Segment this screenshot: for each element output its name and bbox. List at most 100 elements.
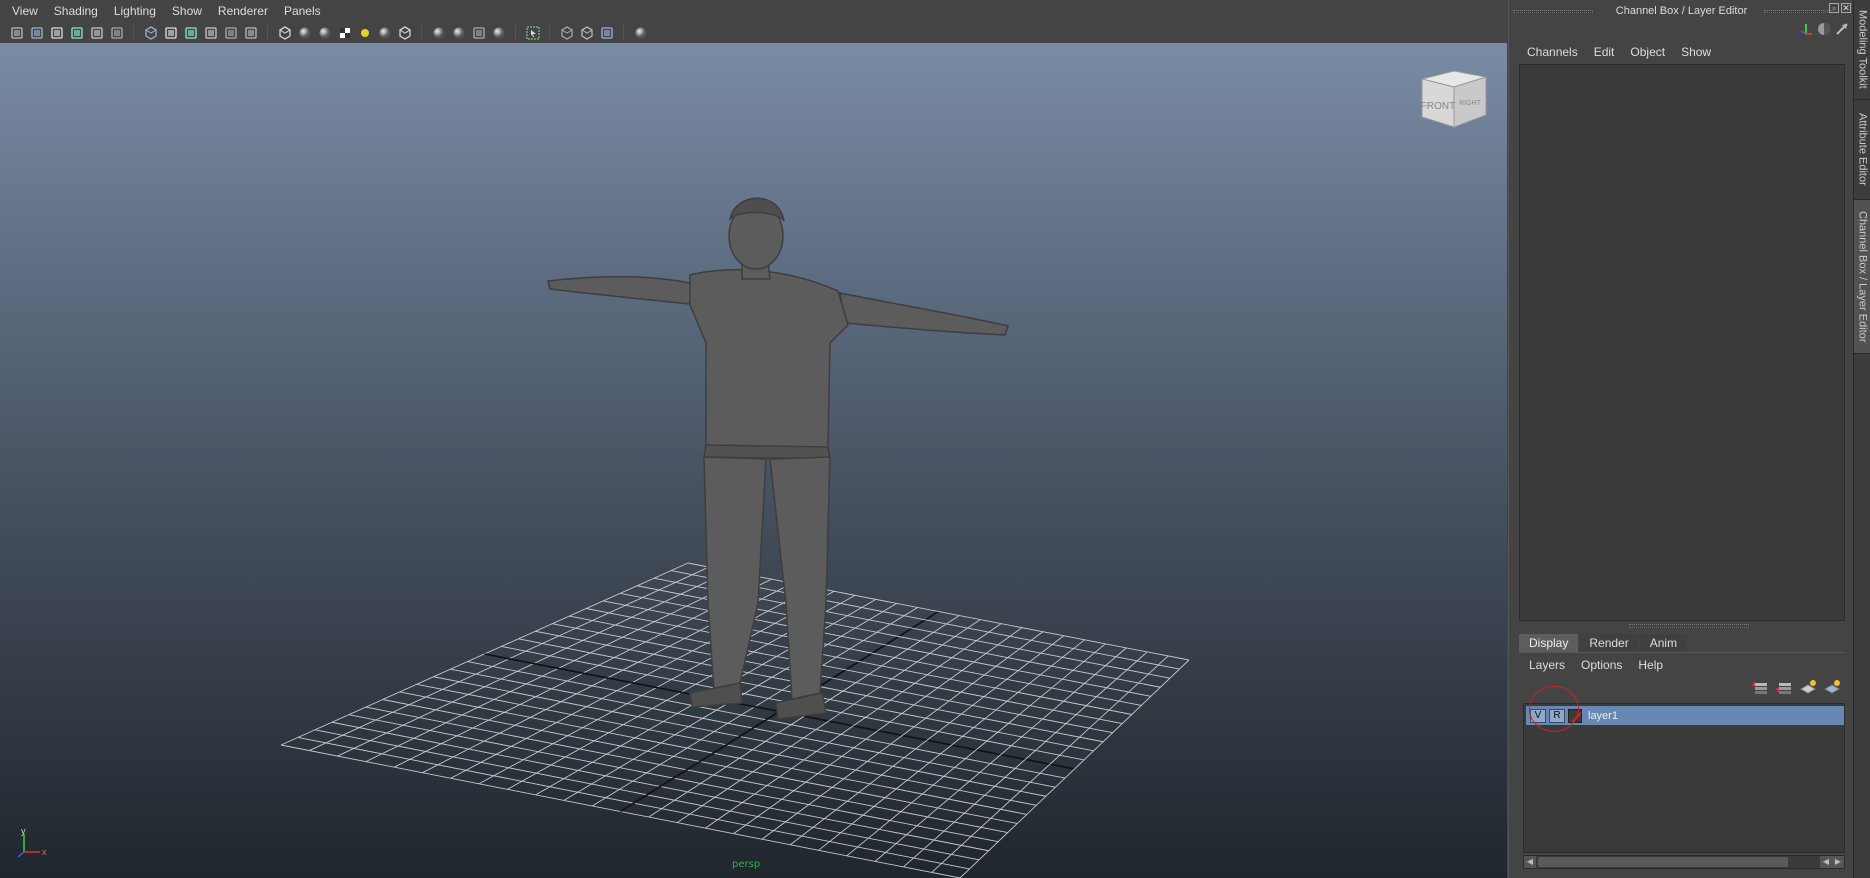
- 3d-viewport[interactable]: FRONT RIGHT y x persp: [0, 43, 1507, 878]
- toolbar-separator: [549, 25, 550, 40]
- layer-name[interactable]: layer1: [1588, 710, 1618, 722]
- menu-lighting[interactable]: Lighting: [106, 0, 164, 22]
- menu-view[interactable]: View: [4, 0, 46, 22]
- multisample-aa-icon[interactable]: [470, 24, 487, 41]
- tab-modeling-toolkit[interactable]: Modeling Toolkit: [1854, 0, 1870, 100]
- move-layer-up-icon[interactable]: [1751, 679, 1769, 695]
- textured-icon[interactable]: [336, 24, 353, 41]
- safe-action-icon[interactable]: [242, 24, 259, 41]
- menu-panels[interactable]: Panels: [276, 0, 329, 22]
- depth-of-field-icon[interactable]: [490, 24, 507, 41]
- menu-show[interactable]: Show: [164, 0, 210, 22]
- tab-channel-box-label: Channel Box / Layer Editor: [1856, 210, 1869, 343]
- new-layer-selected-icon[interactable]: [1823, 679, 1841, 695]
- move-layer-down-icon[interactable]: [1775, 679, 1793, 695]
- channel-box-layer-editor: Channel Box / Layer Editor ▫ ✕ Channels …: [1508, 0, 1853, 878]
- scroll-thumb[interactable]: [1538, 857, 1788, 867]
- film-gate-icon[interactable]: [162, 24, 179, 41]
- menu-renderer[interactable]: Renderer: [210, 0, 276, 22]
- tab-attribute-editor-label: Attribute Editor: [1856, 113, 1869, 186]
- layer-editor-body: Layers Options Help V R layer1 ◀ ◀ ▶: [1519, 652, 1845, 872]
- grid-icon[interactable]: [142, 24, 159, 41]
- menu-object[interactable]: Object: [1622, 42, 1673, 62]
- wireframe-on-shaded-icon[interactable]: [316, 24, 333, 41]
- viewport-panel: View Shading Lighting Show Renderer Pane…: [0, 0, 1507, 878]
- menu-layers[interactable]: Layers: [1521, 655, 1573, 675]
- toolbar-separator: [515, 25, 516, 40]
- viewcube-front-label[interactable]: FRONT: [1421, 101, 1455, 112]
- menu-options[interactable]: Options: [1573, 655, 1630, 675]
- resolution-gate-icon[interactable]: [182, 24, 199, 41]
- x-axis-label: x: [42, 847, 47, 857]
- camera-select-icon[interactable]: [8, 24, 25, 41]
- title-grip-right: [1764, 10, 1834, 13]
- channel-box-content[interactable]: [1519, 64, 1845, 621]
- toolbar-separator: [267, 25, 268, 40]
- grid-line: [931, 655, 1169, 873]
- motion-blur-icon[interactable]: [450, 24, 467, 41]
- character-mesh[interactable]: [547, 197, 1009, 720]
- grid-line: [586, 608, 1132, 715]
- scroll-right-icon[interactable]: ▶: [1832, 856, 1844, 868]
- menu-shading[interactable]: Shading: [46, 0, 106, 22]
- speed-icon[interactable]: [1817, 22, 1831, 36]
- xray-joints-icon[interactable]: [578, 24, 595, 41]
- tab-render[interactable]: Render: [1579, 634, 1639, 652]
- new-empty-layer-icon[interactable]: [1799, 679, 1817, 695]
- grid-line: [903, 651, 1148, 868]
- gate-mask-icon[interactable]: [202, 24, 219, 41]
- axis-indicator: y x: [12, 826, 52, 861]
- smooth-shade-icon[interactable]: [296, 24, 313, 41]
- tab-modeling-toolkit-label: Modeling Toolkit: [1856, 10, 1869, 89]
- viewport-menubar: View Shading Lighting Show Renderer Pane…: [0, 0, 1507, 22]
- close-icon[interactable]: ✕: [1841, 3, 1851, 13]
- tab-attribute-editor[interactable]: Attribute Editor: [1854, 100, 1870, 200]
- y-axis-label: y: [21, 828, 26, 836]
- window-buttons: ▫ ✕: [1829, 3, 1851, 13]
- xray-active-components-icon[interactable]: [558, 24, 575, 41]
- xray-icon[interactable]: [396, 24, 413, 41]
- menu-channels[interactable]: Channels: [1519, 42, 1586, 62]
- viewport-toolbar: [0, 22, 1507, 43]
- hyperbolic-icon[interactable]: [1835, 22, 1849, 36]
- scroll-left-icon[interactable]: ◀: [1524, 856, 1536, 868]
- wireframe-icon[interactable]: [276, 24, 293, 41]
- default-lighting-icon[interactable]: [356, 24, 373, 41]
- hud-icon[interactable]: [598, 24, 615, 41]
- z-axis-line: [17, 851, 25, 858]
- grid-line: [733, 627, 1023, 835]
- layer-list-scrollbar[interactable]: ◀ ◀ ▶: [1523, 855, 1845, 869]
- ambient-occlusion-icon[interactable]: [430, 24, 447, 41]
- field-chart-icon[interactable]: [222, 24, 239, 41]
- hypershade-icon[interactable]: [632, 24, 649, 41]
- shadows-icon[interactable]: [376, 24, 393, 41]
- view-cube[interactable]: FRONT RIGHT: [1418, 65, 1488, 135]
- manipulator-icon[interactable]: [1799, 22, 1813, 36]
- menu-help[interactable]: Help: [1630, 655, 1671, 675]
- panel-splitter[interactable]: [1629, 624, 1749, 628]
- tab-anim[interactable]: Anim: [1639, 634, 1688, 652]
- viewcube-right-label[interactable]: RIGHT: [1459, 100, 1482, 107]
- panel-title-bar[interactable]: Channel Box / Layer Editor ▫ ✕: [1509, 0, 1854, 22]
- isolate-select-icon[interactable]: [524, 24, 541, 41]
- image-plane-icon[interactable]: [68, 24, 85, 41]
- toolbar-separator: [133, 25, 134, 40]
- channel-box-menu: Channels Edit Object Show: [1519, 42, 1719, 62]
- annotation-circle: [1529, 686, 1579, 732]
- menu-edit[interactable]: Edit: [1586, 42, 1623, 62]
- 2d-pan-zoom-icon[interactable]: [88, 24, 105, 41]
- grease-pencil-icon[interactable]: [108, 24, 125, 41]
- tab-display[interactable]: Display: [1519, 634, 1579, 652]
- grid-line: [874, 647, 1127, 862]
- layer-editor-tabs: Display Render Anim: [1519, 634, 1688, 652]
- bookmark-icon[interactable]: [48, 24, 65, 41]
- camera-label: persp: [732, 859, 761, 870]
- camera-attributes-icon[interactable]: [28, 24, 45, 41]
- title-grip-left: [1513, 10, 1593, 13]
- scroll-left-end-icon[interactable]: ◀: [1820, 856, 1832, 868]
- float-icon[interactable]: ▫: [1829, 3, 1839, 13]
- side-tab-bar: Modeling Toolkit Attribute Editor Channe…: [1853, 0, 1870, 878]
- layer-editor-menu: Layers Options Help: [1521, 655, 1671, 675]
- menu-show-cb[interactable]: Show: [1673, 42, 1719, 62]
- tab-channel-box[interactable]: Channel Box / Layer Editor: [1854, 200, 1870, 354]
